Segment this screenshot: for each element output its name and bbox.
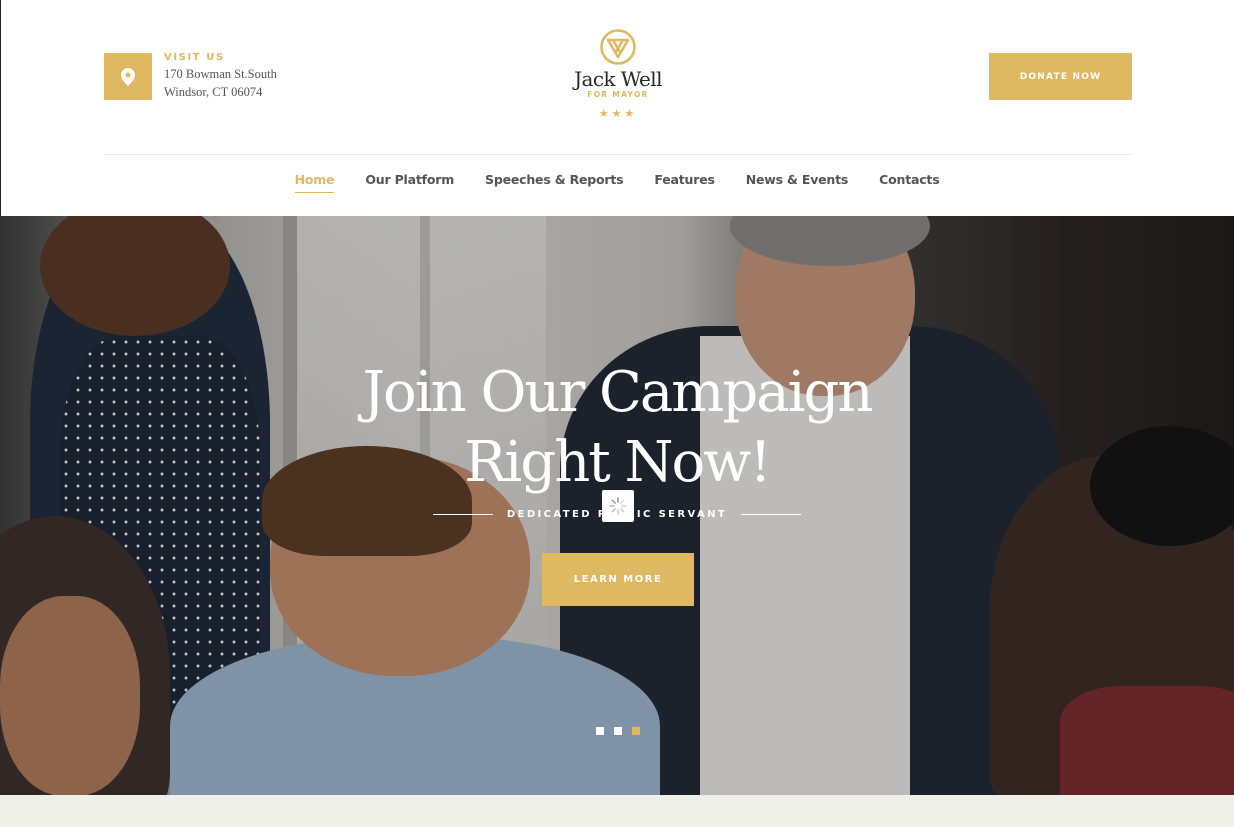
- nav-item-features[interactable]: Features: [654, 172, 715, 193]
- subtitle-rule-left: [432, 514, 493, 515]
- header-divider: [104, 154, 1132, 155]
- logo-name: Jack Well: [574, 67, 662, 91]
- logo-stars: ★★★: [598, 108, 638, 120]
- learn-more-button[interactable]: LEARN MORE: [542, 553, 694, 606]
- nav-item-speeches-reports[interactable]: Speeches & Reports: [485, 172, 624, 193]
- nav-item-our-platform[interactable]: Our Platform: [365, 172, 454, 193]
- hero-title: Join Our Campaign Right Now!: [0, 358, 1234, 498]
- nav-item-news-events[interactable]: News & Events: [746, 172, 849, 193]
- next-section-strip: [0, 795, 1234, 827]
- hero-title-line-2: Right Now!: [464, 430, 771, 495]
- slider-dot-1[interactable]: [596, 727, 604, 735]
- nav-item-contacts[interactable]: Contacts: [879, 172, 939, 193]
- logo-subtitle: FOR MAYOR: [587, 90, 649, 99]
- shield-logo-icon: [600, 29, 636, 65]
- slider-dot-2[interactable]: [614, 727, 622, 735]
- map-pin-icon: [104, 53, 152, 100]
- visit-us-block: VISIT US 170 Bowman St.South Windsor, CT…: [104, 52, 277, 101]
- loading-spinner-icon: [602, 490, 634, 522]
- main-nav: Home Our Platform Speeches & Reports Fea…: [0, 172, 1234, 193]
- slider-pagination: [596, 727, 650, 735]
- slider-dot-3[interactable]: [632, 727, 640, 735]
- address-line-2: Windsor, CT 06074: [164, 85, 263, 99]
- visit-us-label: VISIT US: [164, 52, 225, 63]
- nav-item-home[interactable]: Home: [294, 172, 335, 193]
- address-line-1: 170 Bowman St.South: [164, 67, 277, 81]
- site-logo[interactable]: Jack Well FOR MAYOR ★★★: [568, 28, 668, 120]
- hero-title-line-1: Join Our Campaign: [362, 360, 874, 425]
- subtitle-rule-right: [741, 514, 802, 515]
- hero-slider: Join Our Campaign Right Now! DEDICATED P…: [0, 216, 1234, 795]
- donate-now-button[interactable]: DONATE NOW: [989, 53, 1132, 100]
- site-header: VISIT US 170 Bowman St.South Windsor, CT…: [0, 0, 1234, 216]
